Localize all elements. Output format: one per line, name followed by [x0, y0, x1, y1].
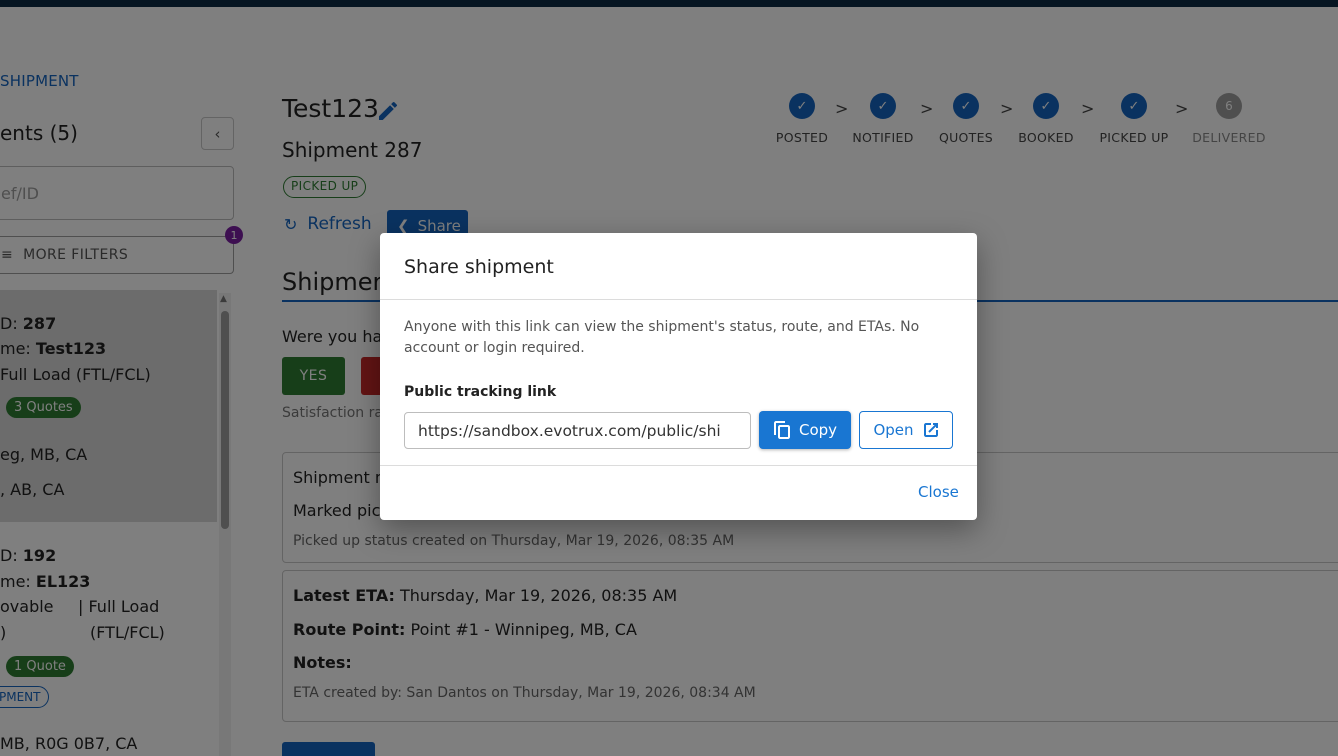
dialog-title: Share shipment: [404, 256, 554, 278]
open-external-icon: [923, 423, 938, 437]
copy-icon: [773, 421, 790, 439]
tracking-link-field[interactable]: [404, 412, 751, 449]
share-shipment-dialog: Share shipment Anyone with this link can…: [380, 233, 977, 520]
close-dialog-button[interactable]: Close: [918, 483, 959, 501]
dialog-description: Anyone with this link can view the shipm…: [404, 319, 920, 356]
copy-link-button[interactable]: Copy: [759, 411, 851, 449]
open-link-button[interactable]: Open: [859, 411, 953, 449]
dialog-divider: [380, 465, 977, 466]
copy-label: Copy: [798, 421, 838, 439]
tracking-link-label: Public tracking link: [404, 384, 557, 400]
dialog-divider: [380, 299, 977, 300]
open-label: Open: [873, 421, 914, 439]
